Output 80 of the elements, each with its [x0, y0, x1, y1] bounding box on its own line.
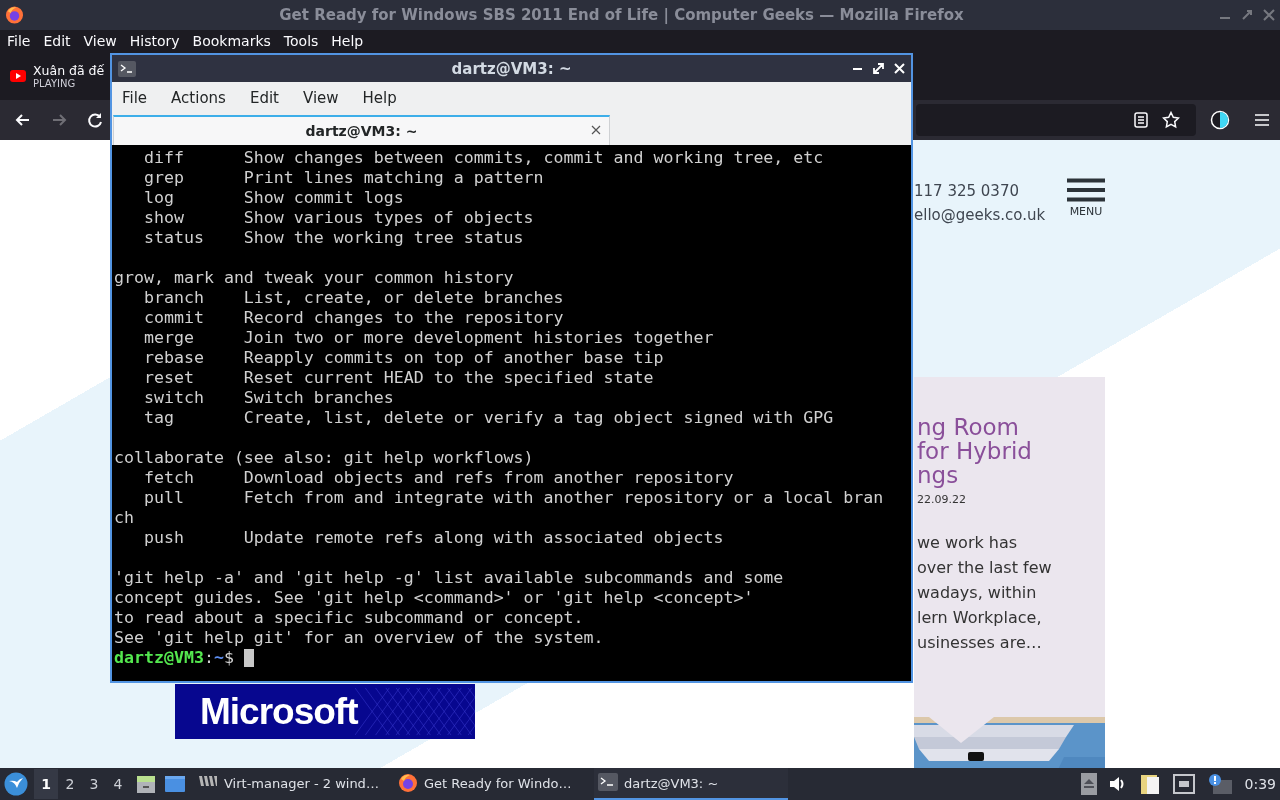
terminal-line: grep Print lines matching a pattern — [142, 168, 544, 188]
file-cabinet-icon[interactable] — [136, 774, 156, 794]
taskbar-button[interactable]: Virt-manager - 2 wind… — [194, 768, 388, 800]
menu-item[interactable]: File — [3, 33, 35, 49]
tab-status: PLAYING — [33, 78, 77, 89]
terminal-line: push Update remote refs along with associated objects — [142, 528, 724, 548]
terminal-line: tag Create, list, delete or verify a tag object signed with GPG — [142, 408, 834, 428]
video-icon — [10, 70, 26, 82]
clock: 0:39 — [1244, 776, 1276, 792]
text-cursor — [244, 649, 254, 667]
reader-view-icon[interactable] — [1134, 112, 1148, 128]
start-menu-icon[interactable] — [4, 772, 28, 796]
terminal-prompt[interactable]: dartz@VM3:~$ — [114, 648, 234, 668]
taskbar-button[interactable]: Get Ready for Windo… — [394, 768, 588, 800]
terminal-line: 'git help -a' and 'git help -g' list available subcommands and some — [114, 568, 784, 588]
star-icon[interactable] — [1162, 111, 1180, 129]
reload-icon — [86, 111, 104, 129]
ad-banner[interactable]: Microsoft — [175, 684, 475, 739]
window-title: Get Ready for Windows SBS 2011 End of Life | Computer Geeks — Mozilla Firefox — [279, 6, 964, 24]
workspace-button[interactable]: 3 — [82, 769, 106, 799]
article-date: 22.09.22 — [916, 492, 967, 506]
terminal-line: switch Switch branches — [142, 388, 394, 408]
article-title[interactable]: ng Room for Hybrid ngs — [914, 377, 1105, 487]
terminal-line: merge Join two or more development histories together — [142, 328, 714, 348]
workspace-button[interactable]: 4 — [106, 769, 130, 799]
firefox-logo — [5, 5, 24, 25]
eject-icon[interactable] — [1080, 773, 1097, 795]
terminal-line: See 'git help git' for an overview of the system. — [114, 628, 604, 648]
terminal-tab[interactable]: dartz@VM3: ~ — [113, 115, 610, 145]
terminal-line: rebase Reapply commits on top of another base tip — [142, 348, 664, 368]
window-icon[interactable] — [164, 774, 186, 794]
terminal-line: ch — [114, 508, 134, 528]
firefox-logo — [398, 773, 418, 793]
banner-text: Microsoft — [200, 690, 358, 733]
menu-item[interactable]: Help — [327, 33, 368, 49]
window-title: dartz@VM3: ~ — [451, 60, 572, 78]
terminal-line: reset Reset current HEAD to the specified state — [142, 368, 654, 388]
terminal-line: concept guides. See 'git help <command>' or 'git help <concept>' — [114, 588, 754, 608]
clipboard-icon[interactable] — [1138, 773, 1161, 795]
article-card[interactable]: ng Room for Hybrid ngs 22.09.22 we work has over the last few wadays, within lern Workplace, usinesses are… — [914, 377, 1105, 768]
menu-item[interactable]: History — [125, 33, 184, 49]
maximize-icon[interactable] — [873, 63, 884, 74]
terminal-line: to read about a specific subcommand or concept. — [114, 608, 584, 628]
terminal-line: commit Record changes to the repository — [142, 308, 564, 328]
terminal-icon — [118, 60, 136, 77]
terminal-line: branch List, create, or delete branches — [142, 288, 564, 308]
contrast-icon[interactable] — [1210, 110, 1230, 130]
menu-item[interactable]: View — [298, 88, 343, 107]
terminal-line: diff Show changes between commits, commit and working tree, etc — [142, 148, 824, 168]
contact-email[interactable]: ello@geeks.co.uk — [914, 206, 1046, 224]
reload-button[interactable] — [86, 111, 104, 129]
workspace-button[interactable]: 2 — [58, 769, 82, 799]
terminal-line: pull Fetch from and integrate with another repository or a local bran — [142, 488, 884, 508]
menu-item[interactable]: File — [118, 88, 152, 107]
url-field[interactable] — [916, 104, 1196, 136]
menu-button[interactable]: MENU — [1067, 178, 1105, 224]
terminal-icon — [598, 773, 618, 793]
tab-title[interactable]: Xuân đã đế — [33, 63, 105, 78]
menu-item[interactable]: View — [79, 33, 121, 49]
article-excerpt: we work has over the last few wadays, within lern Workplace, usinesses are… — [916, 532, 1053, 654]
menu-item[interactable]: Tools — [279, 33, 323, 49]
workspace-button[interactable]: 1 — [34, 769, 58, 799]
menu-item[interactable]: Edit — [39, 33, 75, 49]
network-icon[interactable] — [1172, 774, 1195, 794]
menu-icon — [1067, 178, 1105, 202]
menu-item[interactable]: Actions — [167, 88, 230, 107]
menu-icon[interactable] — [1254, 113, 1270, 127]
taskbar-button[interactable]: dartz@VM3: ~ — [594, 768, 788, 800]
terminal-line: status Show the working tree status — [142, 228, 524, 248]
contact-phone[interactable]: 117 325 0370 — [914, 182, 1046, 200]
menu-item[interactable]: Edit — [245, 88, 283, 107]
terminal-line: fetch Download objects and refs from another repository — [142, 468, 734, 488]
terminal-line: show Show various types of objects — [142, 208, 534, 228]
terminal-line: collaborate (see also: git help workflows) — [114, 448, 534, 468]
close-icon[interactable] — [591, 125, 601, 135]
menu-item[interactable]: Help — [358, 88, 401, 107]
terminal-line: log Show commit logs — [142, 188, 404, 208]
notification-icon[interactable] — [1206, 773, 1233, 795]
menu-item[interactable]: Bookmarks — [188, 33, 275, 49]
terminal-line: grow, mark and tweak your common history — [114, 268, 514, 288]
